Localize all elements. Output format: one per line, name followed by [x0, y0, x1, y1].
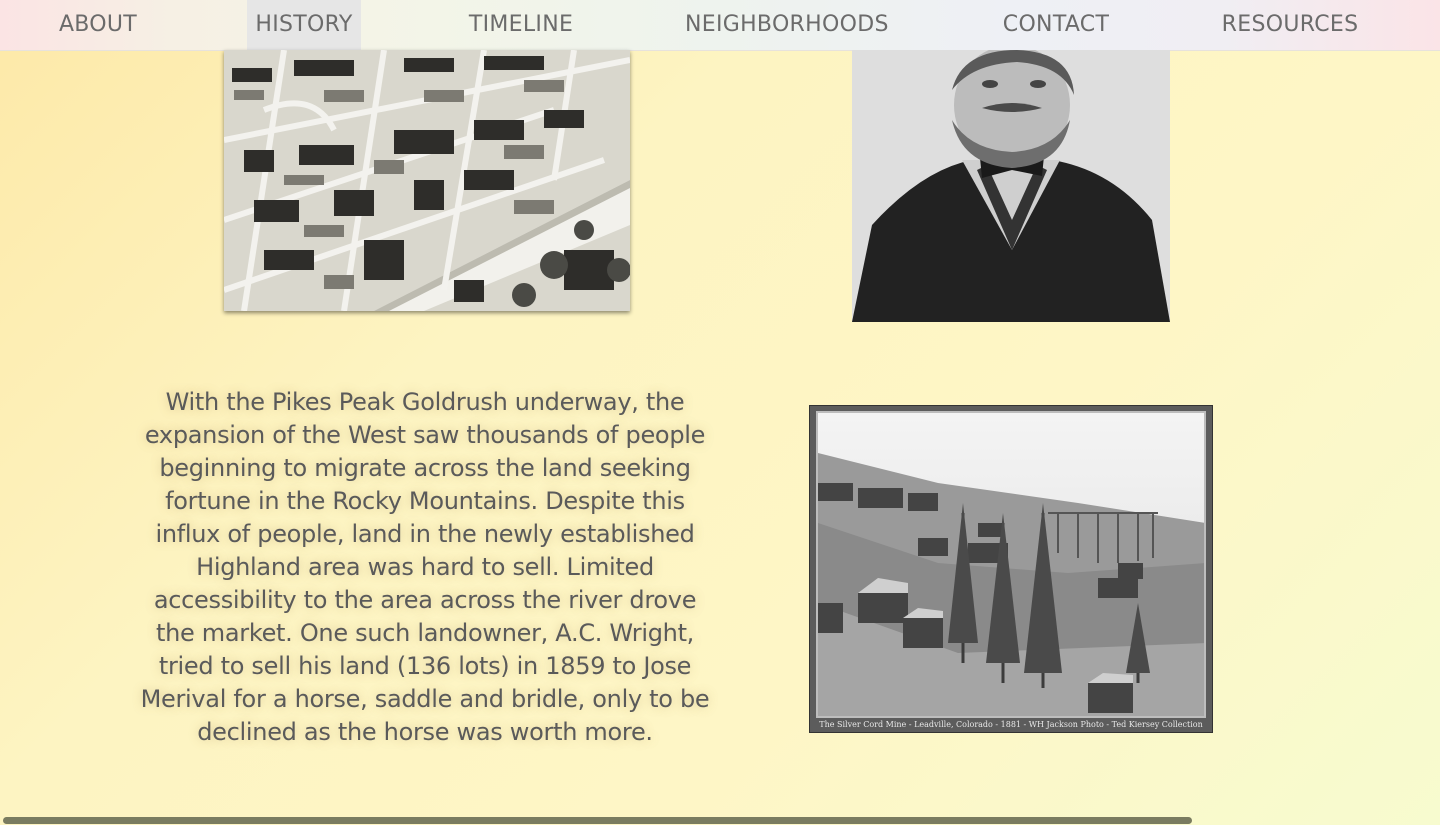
nav-history[interactable]: HISTORY	[247, 0, 361, 50]
nav-neighborhoods[interactable]: NEIGHBORHOODS	[685, 0, 888, 50]
history-story-text: With the Pikes Peak Goldrush underway, t…	[140, 388, 710, 746]
top-nav: ABOUT HISTORY TIMELINE NEIGHBORHOODS CON…	[0, 0, 1440, 51]
silver-cord-mine-photo: The Silver Cord Mine - Leadville, Colora…	[809, 405, 1213, 733]
portrait-photo	[852, 50, 1170, 322]
historic-map-image	[224, 50, 630, 311]
nav-timeline[interactable]: TIMELINE	[462, 0, 580, 50]
nav-resources[interactable]: RESOURCES	[1218, 0, 1362, 50]
nav-about[interactable]: ABOUT	[50, 0, 146, 50]
mine-photo-image	[816, 411, 1206, 718]
mine-photo-caption: The Silver Cord Mine - Leadville, Colora…	[819, 720, 1203, 729]
horizontal-scrollbar[interactable]	[3, 817, 1192, 824]
nav-contact[interactable]: CONTACT	[998, 0, 1114, 50]
